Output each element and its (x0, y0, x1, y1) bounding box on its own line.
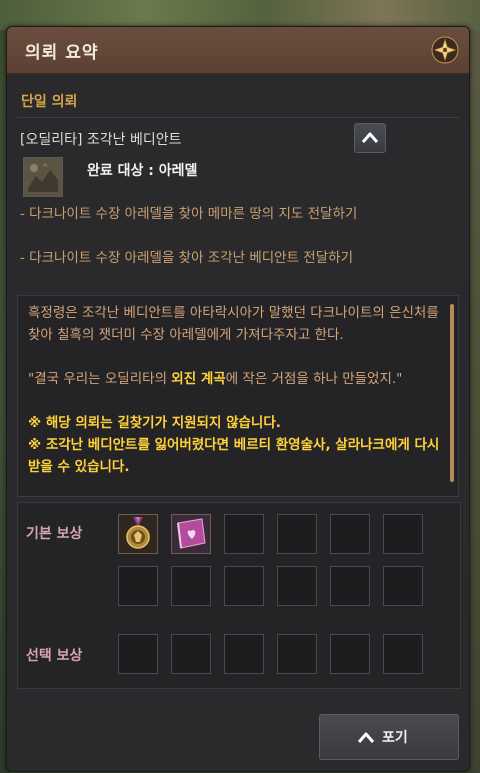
npc-portrait (23, 157, 63, 197)
reward-slot[interactable] (224, 514, 264, 554)
quest-type-label: 단일 의뢰 (21, 94, 78, 110)
objective-item: - 다크나이트 수장 아레델을 찾아 메마른 땅의 지도 전달하기 (20, 206, 358, 222)
section-divider (17, 117, 459, 118)
choice-reward-slot[interactable] (171, 634, 211, 674)
reward-slot[interactable] (277, 566, 317, 606)
reward-slot[interactable] (330, 566, 370, 606)
reward-slot[interactable] (277, 514, 317, 554)
choice-reward-slot[interactable] (118, 634, 158, 674)
black-spirit-emblem-icon[interactable] (431, 36, 459, 64)
medal-icon (119, 515, 157, 553)
quest-name: [오딜리타] 조각난 베디안트 (20, 132, 182, 148)
scroll-icon (172, 515, 210, 553)
notice-text: ※ 해당 의뢰는 길찾기가 지원되지 않습니다. (28, 415, 281, 431)
reward-slot[interactable] (383, 514, 423, 554)
reward-slot[interactable] (118, 566, 158, 606)
choice-reward-slot[interactable] (330, 634, 370, 674)
quote-text: 에 작은 거점을 하나 만들었지." (225, 371, 403, 387)
quest-description-panel[interactable]: 흑정령은 조각난 베디안트를 아타락시아가 말했던 다크나이트의 은신처를 찾아… (17, 295, 459, 497)
quest-summary-window: 의뢰 요약 단일 의뢰 [오딜리타] 조각난 베디안트 완료 대상 : 아레델 … (6, 26, 470, 772)
choice-reward-slot[interactable] (277, 634, 317, 674)
description-paragraph: 흑정령은 조각난 베디안트를 아타락시아가 말했던 다크나이트의 은신처를 찾아… (28, 305, 439, 343)
reward-panel: 기본 보상 선택 보상 (17, 502, 461, 689)
reward-slot[interactable] (171, 514, 211, 554)
reward-slot[interactable] (330, 514, 370, 554)
choice-reward-slot[interactable] (383, 634, 423, 674)
give-up-label: 포기 (382, 730, 408, 746)
basic-reward-label: 기본 보상 (26, 526, 83, 542)
quote-highlight: 외진 계곡 (171, 371, 226, 387)
choice-reward-slot[interactable] (224, 634, 264, 674)
chevron-up-icon (357, 732, 375, 743)
completion-target: 완료 대상 : 아레델 (87, 163, 198, 179)
chevron-up-icon (361, 132, 379, 143)
reward-slot[interactable] (383, 566, 423, 606)
description-quote: "결국 우리는 오딜리타의 외진 계곡에 작은 거점을 하나 만들었지." (28, 368, 442, 390)
notice-text: ※ 조각난 베디안트를 잃어버렸다면 베르티 환영술사, 살라나크에게 다시 받… (28, 437, 440, 475)
quote-text: "결국 우리는 오딜리타의 (28, 371, 172, 387)
window-title: 의뢰 요약 (25, 43, 99, 63)
window-titlebar[interactable]: 의뢰 요약 (7, 27, 469, 74)
reward-slot[interactable] (171, 566, 211, 606)
give-up-button[interactable]: 포기 (319, 714, 459, 760)
collapse-button[interactable] (354, 123, 386, 153)
description-scrollbar[interactable] (450, 304, 454, 482)
choice-reward-label: 선택 보상 (26, 648, 83, 664)
objective-item: - 다크나이트 수장 아레델을 찾아 조각난 베디안트 전달하기 (20, 250, 353, 266)
reward-slot[interactable] (118, 514, 158, 554)
reward-slot[interactable] (224, 566, 264, 606)
